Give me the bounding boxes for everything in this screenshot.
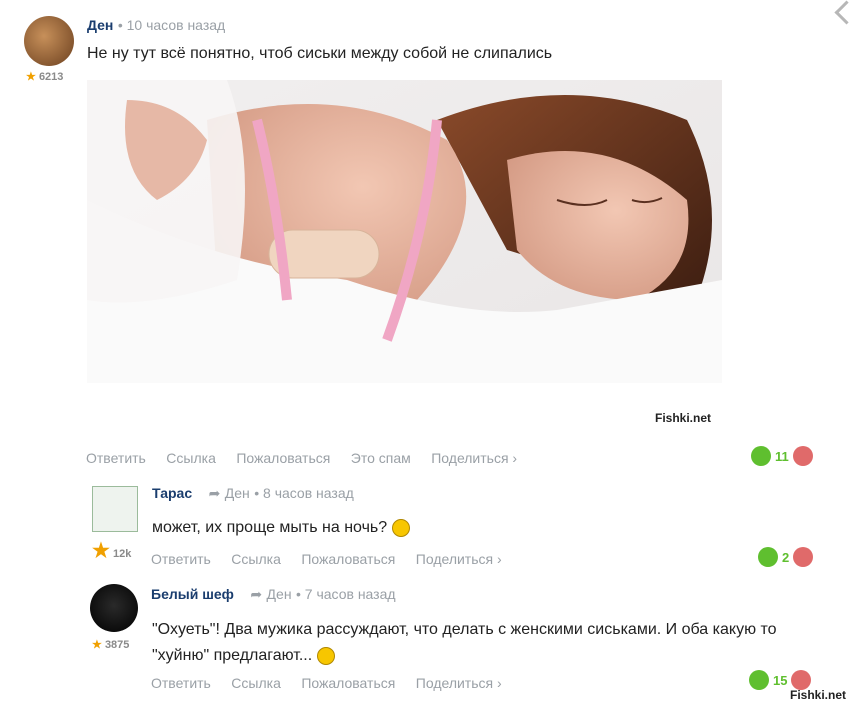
thumbs-down-icon[interactable]	[791, 670, 812, 690]
link-button[interactable]: Ссылка	[231, 551, 281, 567]
username[interactable]: Ден	[87, 17, 113, 33]
link-button[interactable]: Ссылка	[166, 450, 216, 466]
username[interactable]: Белый шеф	[151, 586, 234, 602]
spam-button[interactable]: Это спам	[351, 450, 411, 466]
comment-text: может, их проще мыть на ночь?	[152, 519, 388, 536]
like-count: 11	[775, 448, 789, 464]
thumbs-up-icon[interactable]	[751, 446, 771, 466]
karma-badge: ★ 12k	[92, 540, 132, 562]
thumbs-up-icon[interactable]	[758, 547, 778, 567]
comment-actions: Ответить Ссылка Пожаловаться Поделиться …	[151, 551, 518, 569]
comment-image[interactable]	[87, 80, 722, 383]
expand-icon[interactable]	[834, 0, 857, 25]
photo-illustration	[87, 80, 722, 383]
comment-header: Белый шеф ➦ Ден • 7 часов назад	[151, 586, 396, 602]
thumbs-down-icon[interactable]	[793, 547, 814, 567]
avatar[interactable]	[90, 584, 138, 632]
comment-text-row: "Охуеть"! Два мужика рассуждают, что дел…	[152, 617, 822, 669]
timestamp[interactable]: 10 часов назад	[127, 17, 226, 33]
reply-button[interactable]: Ответить	[151, 551, 211, 567]
smiley-icon	[391, 518, 410, 537]
thumbs-up-icon[interactable]	[749, 670, 769, 690]
like-count: 15	[773, 672, 788, 688]
thumbs-down-icon[interactable]	[792, 446, 813, 466]
link-button[interactable]: Ссылка	[231, 675, 281, 691]
comment-header: Тарас ➦ Ден • 8 часов назад	[152, 485, 354, 501]
reply-to[interactable]: Ден	[225, 485, 250, 501]
reply-arrow-icon: ➦	[208, 485, 221, 501]
report-button[interactable]: Пожаловаться	[301, 675, 395, 691]
karma-badge: ★ 6213	[26, 71, 64, 83]
timestamp[interactable]: 7 часов назад	[305, 586, 396, 602]
username[interactable]: Тарас	[152, 485, 192, 501]
reply-button[interactable]: Ответить	[86, 450, 146, 466]
comment-header: Ден • 10 часов назад	[87, 17, 226, 33]
timestamp[interactable]: 8 часов назад	[263, 485, 354, 501]
star-icon: ★	[92, 540, 110, 562]
star-icon: ★	[92, 639, 102, 651]
avatar[interactable]	[24, 16, 74, 66]
karma-badge: ★ 3875	[92, 639, 130, 651]
like-count: 2	[782, 549, 790, 565]
image-watermark: Fishki.net	[655, 411, 712, 425]
comment-actions: Ответить Ссылка Пожаловаться Поделиться …	[151, 675, 518, 693]
avatar[interactable]	[92, 486, 138, 532]
comment-text: Не ну тут всё понятно, чтоб сиськи между…	[87, 45, 553, 62]
vote-widget: 11	[751, 446, 813, 466]
share-button[interactable]: Поделиться ›	[431, 450, 517, 466]
smiley-icon	[316, 646, 335, 665]
reply-arrow-icon: ➦	[250, 586, 263, 602]
share-button[interactable]: Поделиться ›	[416, 675, 502, 691]
share-button[interactable]: Поделиться ›	[416, 551, 502, 567]
comment-text-row: может, их проще мыть на ночь?	[152, 515, 410, 541]
vote-widget: 2	[758, 547, 814, 567]
report-button[interactable]: Пожаловаться	[301, 551, 395, 567]
star-icon: ★	[26, 71, 36, 83]
vote-widget: 15	[749, 670, 812, 690]
page-watermark: Fishki.net	[790, 688, 847, 702]
report-button[interactable]: Пожаловаться	[236, 450, 330, 466]
reply-to[interactable]: Ден	[267, 586, 292, 602]
comment-actions: Ответить Ссылка Пожаловаться Это спам По…	[86, 450, 533, 468]
reply-button[interactable]: Ответить	[151, 675, 211, 691]
comment-text: "Охуеть"! Два мужика рассуждают, что дел…	[152, 621, 777, 664]
